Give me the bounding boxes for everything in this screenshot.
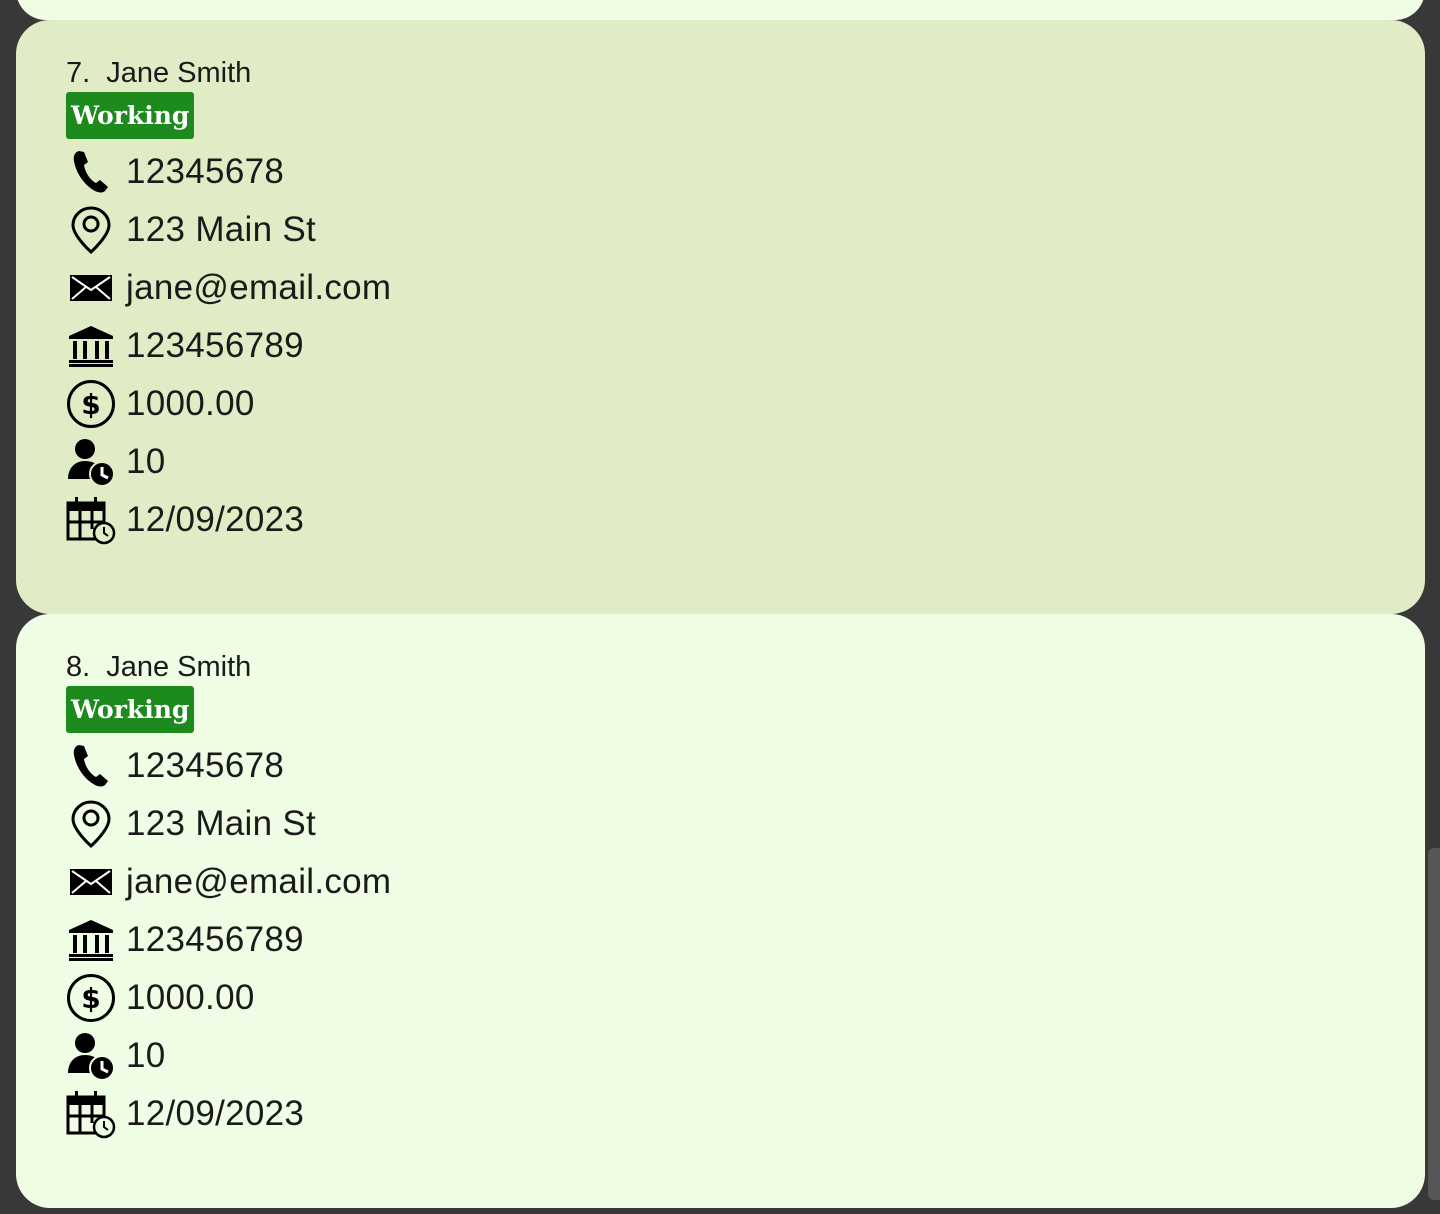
bank-account-value: 123456789 [126,920,304,959]
email-value: jane@email.com [126,268,392,307]
bank-icon [66,915,116,965]
date-value: 12/09/2023 [126,1094,305,1133]
employee-card-previous[interactable] [16,0,1425,20]
svg-text:$: $ [81,982,100,1015]
employee-name: Jane Smith [106,651,252,683]
address-row: 123 Main St [66,795,391,853]
location-pin-icon [66,205,116,255]
employee-list: 7. Jane Smith Working 12345678 123 Main S… [0,0,1440,1214]
bank-account-value: 123456789 [126,326,304,365]
salary-value: 1000.00 [126,384,255,423]
envelope-icon [66,263,116,313]
salary-row: $ 1000.00 [66,969,391,1027]
address-row: 123 Main St [66,201,391,259]
date-row: 12/09/2023 [66,491,391,549]
bank-icon [66,321,116,371]
email-row: jane@email.com [66,853,391,911]
phone-icon [66,147,116,197]
user-clock-icon [66,1031,116,1081]
hours-value: 10 [126,1036,166,1075]
employee-index: 8. [66,651,91,683]
hours-row: 10 [66,1027,391,1085]
svg-text:$: $ [81,388,100,421]
calendar-clock-icon [66,1089,116,1139]
employee-index: 7. [66,57,91,89]
employee-card[interactable]: 8. Jane Smith Working 12345678 123 Main S… [16,614,1425,1208]
status-badge: Working [66,686,195,733]
phone-value: 12345678 [126,746,285,785]
scrollbar-thumb[interactable] [1428,848,1440,1200]
date-row: 12/09/2023 [66,1085,391,1143]
employee-name-row: 8. Jane Smith [66,648,391,686]
date-value: 12/09/2023 [126,500,305,539]
phone-row: 12345678 [66,143,391,201]
salary-value: 1000.00 [126,978,255,1017]
employee-card-selected[interactable]: 7. Jane Smith Working 12345678 123 Main S… [16,20,1425,614]
user-clock-icon [66,437,116,487]
email-value: jane@email.com [126,862,392,901]
envelope-icon [66,857,116,907]
status-badge: Working [66,92,195,139]
bank-row: 123456789 [66,911,391,969]
hours-row: 10 [66,433,391,491]
phone-value: 12345678 [126,152,285,191]
address-value: 123 Main St [126,210,317,249]
bank-row: 123456789 [66,317,391,375]
dollar-circle-icon: $ [66,973,116,1023]
dollar-circle-icon: $ [66,379,116,429]
phone-row: 12345678 [66,737,391,795]
calendar-clock-icon [66,495,116,545]
email-row: jane@email.com [66,259,391,317]
hours-value: 10 [126,442,166,481]
employee-name: Jane Smith [106,57,252,89]
phone-icon [66,741,116,791]
location-pin-icon [66,799,116,849]
employee-name-row: 7. Jane Smith [66,54,391,92]
salary-row: $ 1000.00 [66,375,391,433]
address-value: 123 Main St [126,804,317,843]
